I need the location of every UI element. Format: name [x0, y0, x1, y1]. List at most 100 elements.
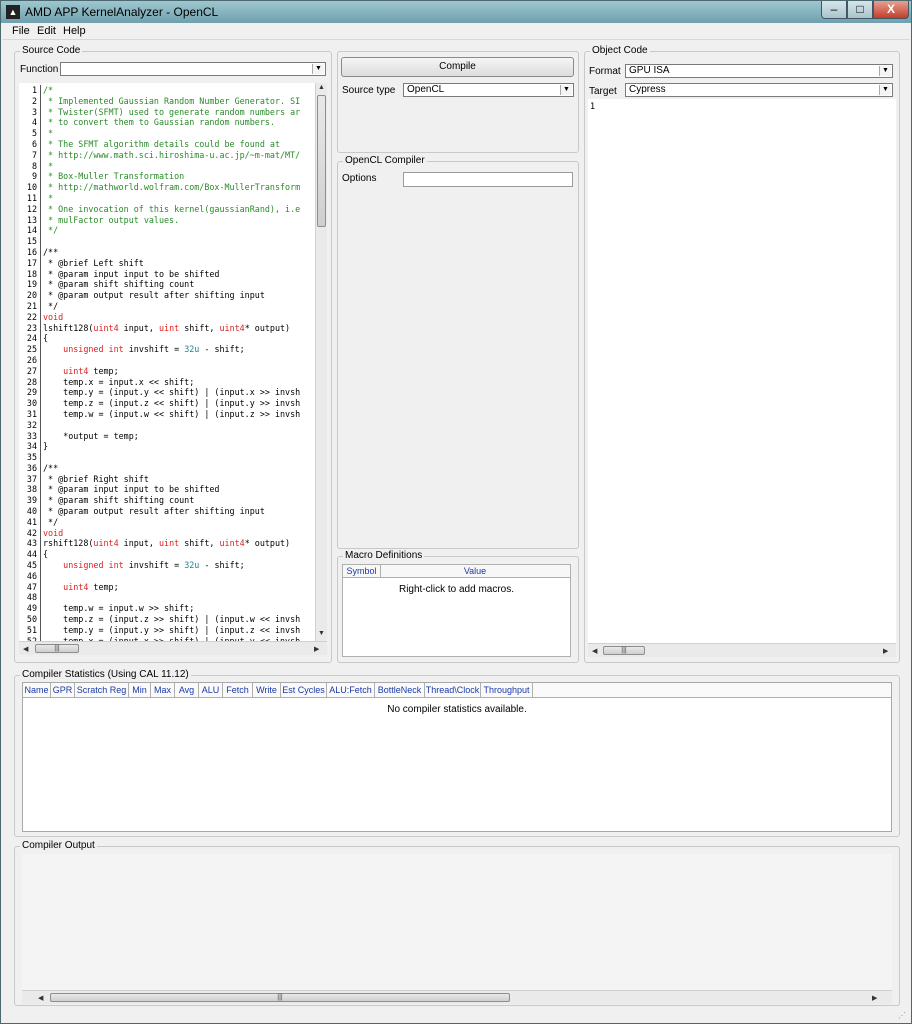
statistics-col-avg[interactable]: Avg: [175, 683, 199, 697]
title-bar[interactable]: ▲ AMD APP KernelAnalyzer - OpenCL – □ X: [1, 1, 911, 23]
line-number: 16: [26, 246, 37, 257]
opencl-compiler-group: OpenCL Compiler: [337, 155, 579, 549]
line-number-gutter: 1 2 3 4 5 6 7 8 9 10 11 12 13 14 15 16 17 18 19 20 21 22 23 24 2…: [19, 85, 37, 641]
source-vertical-scrollbar[interactable]: ▲ ▼: [315, 83, 327, 641]
statistics-col-bottleneck[interactable]: BottleNeck: [375, 683, 425, 697]
line-number: 12: [26, 203, 37, 214]
chevron-down-icon: ▼: [879, 85, 891, 95]
line-number: 22: [26, 311, 37, 322]
scroll-thumb[interactable]: [317, 95, 326, 227]
menu-help[interactable]: Help: [63, 25, 86, 37]
scroll-left-icon[interactable]: ◀: [23, 645, 28, 653]
statistics-col-thread-clock[interactable]: Thread\Clock: [425, 683, 481, 697]
line-number: 23: [26, 322, 37, 333]
statistics-col-throughput[interactable]: Throughput: [481, 683, 533, 697]
scroll-right-icon[interactable]: ▶: [872, 994, 877, 1002]
line-number: 26: [26, 354, 37, 365]
object-horizontal-scrollbar[interactable]: ◀ ||| ▶: [588, 643, 896, 657]
statistics-col-gpr[interactable]: GPR: [51, 683, 75, 697]
line-number: 28: [26, 376, 37, 387]
line-number: 19: [26, 279, 37, 290]
source-code-label: Source Code: [20, 45, 83, 56]
line-number: 18: [26, 268, 37, 279]
line-number: 7: [31, 149, 37, 160]
line-number: 5: [31, 128, 37, 139]
line-number: 43: [26, 538, 37, 549]
statistics-col-scratch-reg[interactable]: Scratch Reg: [75, 683, 129, 697]
statistics-col-min[interactable]: Min: [129, 683, 151, 697]
statistics-col-est-cycles[interactable]: Est Cycles: [281, 683, 327, 697]
scroll-right-icon[interactable]: ▶: [883, 647, 888, 655]
function-label: Function: [20, 64, 59, 75]
macro-col-symbol[interactable]: Symbol: [343, 565, 381, 577]
scroll-thumb[interactable]: |||: [35, 644, 79, 653]
statistics-empty-text: No compiler statistics available.: [387, 704, 527, 715]
line-number: 51: [26, 624, 37, 635]
object-code-view[interactable]: 1: [588, 99, 896, 643]
scroll-left-icon[interactable]: ◀: [38, 994, 43, 1002]
line-number: 30: [26, 398, 37, 409]
source-type-value: OpenCL: [407, 84, 445, 95]
menu-file[interactable]: File: [12, 25, 30, 37]
format-dropdown[interactable]: GPU ISA ▼: [625, 64, 893, 78]
line-number: 35: [26, 452, 37, 463]
target-label: Target: [589, 86, 617, 97]
resize-grip-icon[interactable]: ⋰: [898, 1011, 908, 1021]
line-number: 10: [26, 182, 37, 193]
line-number: 2: [31, 95, 37, 106]
options-input[interactable]: [403, 172, 573, 187]
line-number: 49: [26, 603, 37, 614]
macro-table[interactable]: Symbol Value Right-click to add macros.: [342, 564, 571, 657]
line-number: 20: [26, 290, 37, 301]
scroll-up-icon[interactable]: ▲: [318, 84, 325, 91]
close-button[interactable]: X: [873, 1, 909, 19]
statistics-col-max[interactable]: Max: [151, 683, 175, 697]
scroll-down-icon[interactable]: ▼: [318, 630, 325, 637]
line-number: 1: [31, 85, 37, 95]
statistics-col-write[interactable]: Write: [253, 683, 281, 697]
macro-definitions-label: Macro Definitions: [343, 550, 425, 561]
source-code-text: /* * Implemented Gaussian Random Number …: [40, 85, 300, 641]
statistics-table[interactable]: Name GPR Scratch Reg Min Max Avg ALU Fetch Write…: [22, 682, 892, 832]
scroll-thumb[interactable]: |||: [50, 993, 510, 1002]
scroll-left-icon[interactable]: ◀: [592, 647, 597, 655]
line-number: 38: [26, 484, 37, 495]
output-horizontal-scrollbar[interactable]: ◀ ||| ▶: [22, 990, 892, 1004]
line-number: 31: [26, 408, 37, 419]
line-number: 4: [31, 117, 37, 128]
source-code-editor[interactable]: 1 2 3 4 5 6 7 8 9 10 11 12 13 14 15 16 17 18 19 20 21 22 23 24 2…: [19, 83, 327, 641]
line-number: 29: [26, 387, 37, 398]
object-code-first-line: 1: [590, 101, 596, 111]
minimize-button[interactable]: –: [821, 1, 847, 19]
statistics-col-alu-fetch[interactable]: ALU:Fetch: [327, 683, 375, 697]
line-number: 39: [26, 495, 37, 506]
line-number: 36: [26, 462, 37, 473]
line-number: 48: [26, 592, 37, 603]
line-number: 37: [26, 473, 37, 484]
menu-edit[interactable]: Edit: [37, 25, 56, 37]
line-number: 24: [26, 333, 37, 344]
chevron-down-icon: ▼: [879, 66, 891, 76]
menu-bar: File Edit Help: [2, 23, 910, 40]
statistics-col-fetch[interactable]: Fetch: [223, 683, 253, 697]
compiler-output-text[interactable]: [22, 854, 892, 990]
line-number: 34: [26, 441, 37, 452]
line-number: 45: [26, 560, 37, 571]
amd-logo-icon: ▲: [6, 5, 20, 19]
window-title: AMD APP KernelAnalyzer - OpenCL: [25, 5, 219, 19]
object-code-label: Object Code: [590, 45, 650, 56]
scroll-thumb[interactable]: |||: [603, 646, 645, 655]
source-type-dropdown[interactable]: OpenCL ▼: [403, 83, 574, 97]
macro-col-value[interactable]: Value: [381, 565, 569, 577]
line-number: 25: [26, 344, 37, 355]
line-number: 47: [26, 581, 37, 592]
compile-button[interactable]: Compile: [341, 57, 574, 77]
statistics-col-name[interactable]: Name: [23, 683, 51, 697]
source-horizontal-scrollbar[interactable]: ◀ ||| ▶: [19, 641, 327, 655]
function-dropdown[interactable]: ▼: [60, 62, 326, 76]
scroll-right-icon[interactable]: ▶: [314, 645, 319, 653]
statistics-col-alu[interactable]: ALU: [199, 683, 223, 697]
maximize-button[interactable]: □: [847, 1, 873, 19]
target-dropdown[interactable]: Cypress ▼: [625, 83, 893, 97]
line-number: 44: [26, 549, 37, 560]
